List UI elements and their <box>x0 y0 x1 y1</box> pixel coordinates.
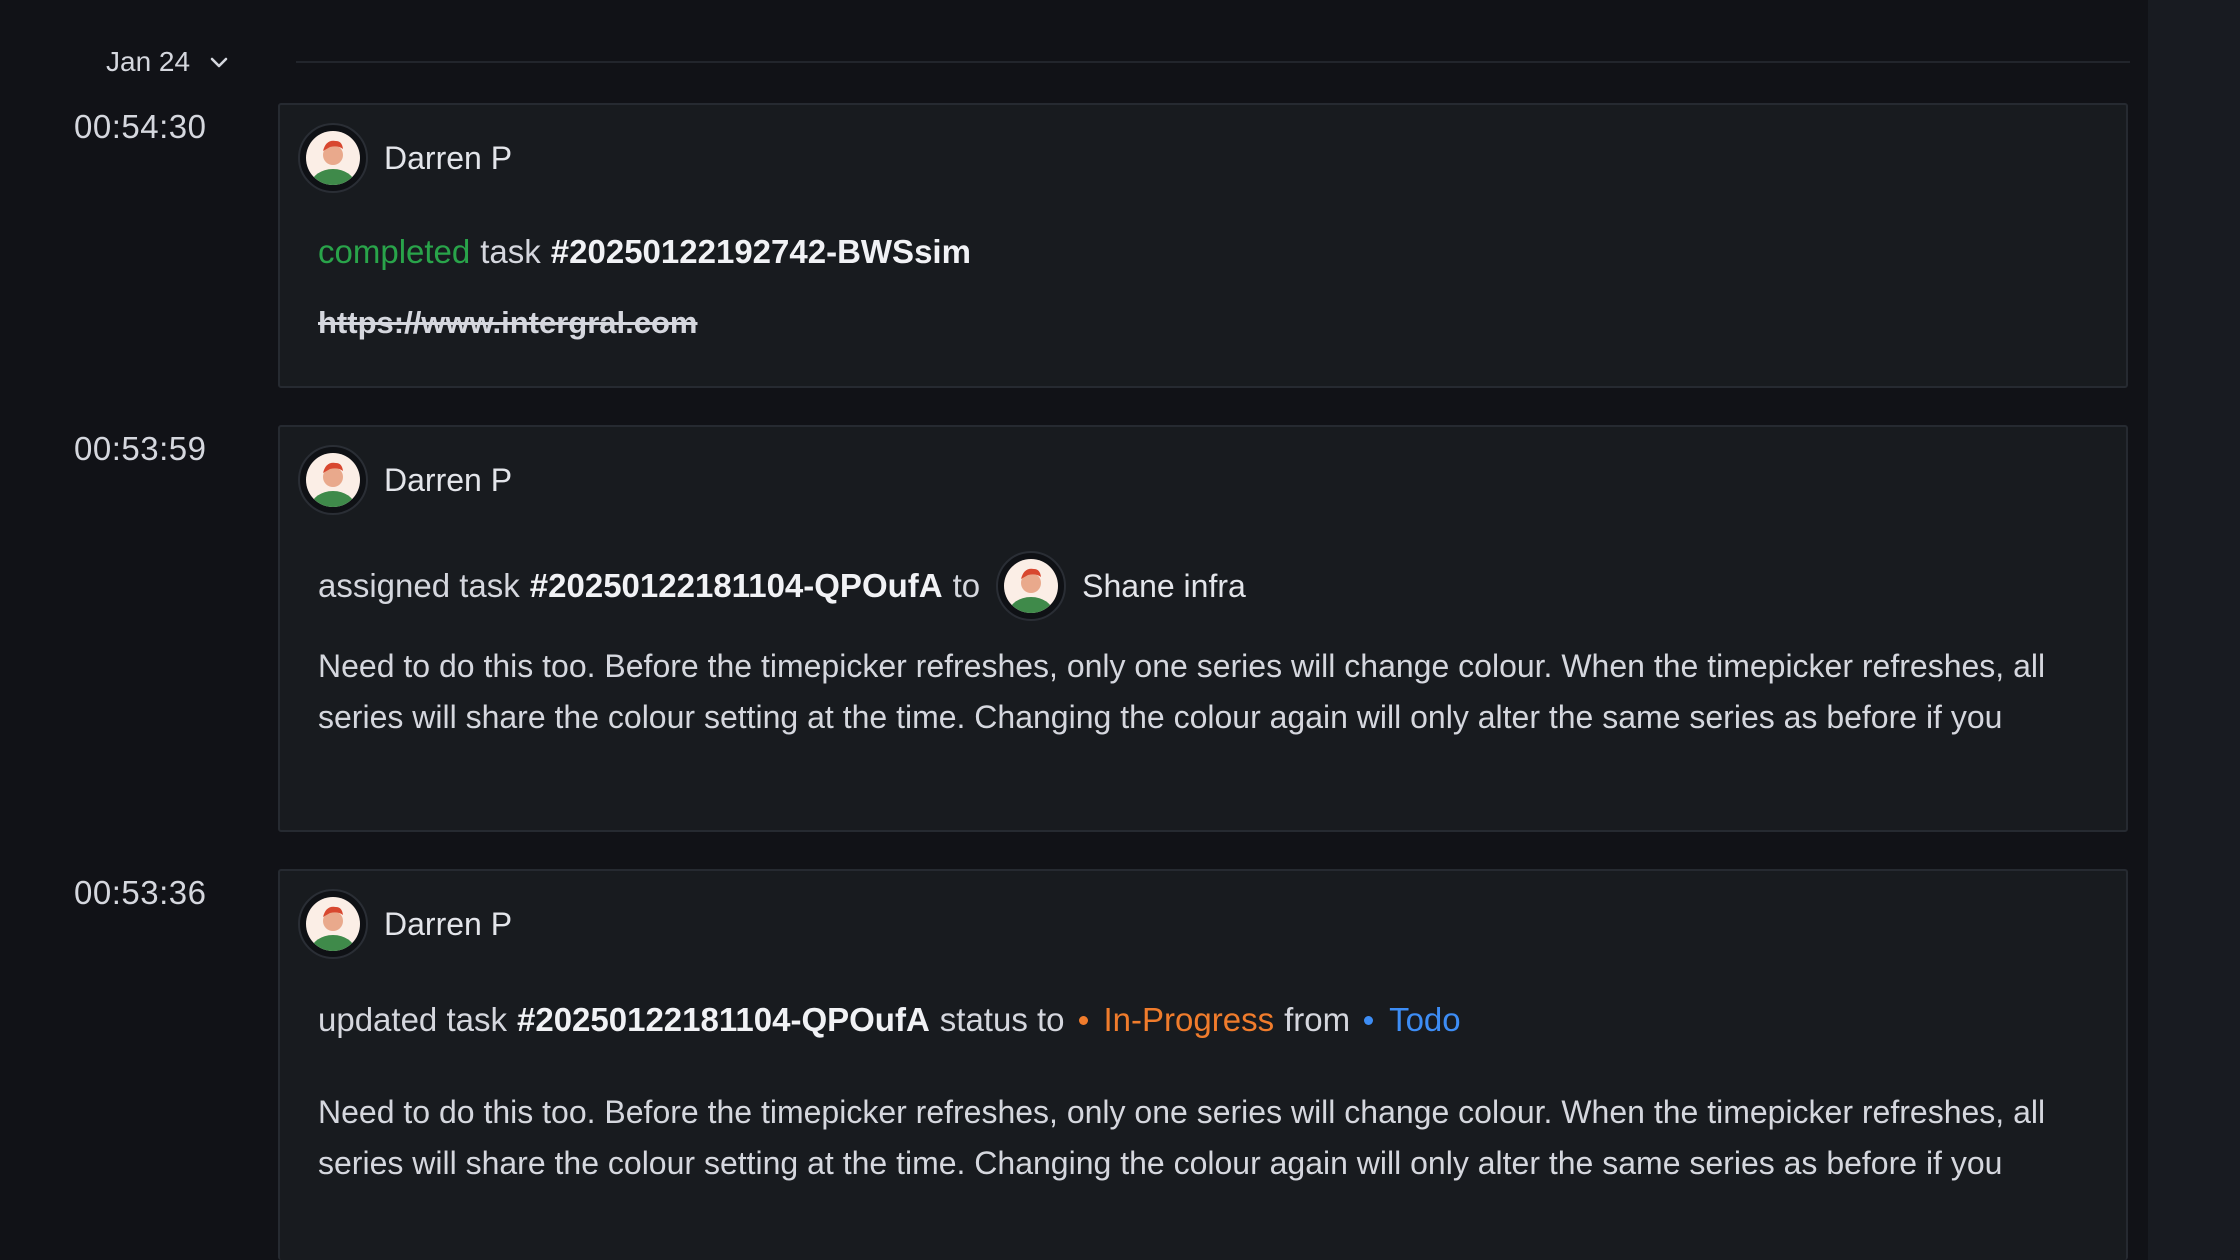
connector-label: status to <box>939 1001 1065 1038</box>
date-group-label: Jan 24 <box>106 46 191 77</box>
connector-label: to <box>952 567 981 604</box>
task-link[interactable]: #20250122181104-QPOufA <box>517 1001 930 1039</box>
user-name: Darren P <box>384 139 513 176</box>
activity-description: updated task #20250122181104-QPOufA stat… <box>318 1001 1461 1039</box>
activity-card: Darren P assigned task #20250122181104-Q… <box>278 425 2128 832</box>
from-label: from <box>1284 1001 1351 1038</box>
activity-card: Darren P updated task #20250122181104-QP… <box>278 869 2128 1260</box>
external-link[interactable]: https://www.intergral.com <box>318 305 698 341</box>
entry-timestamp: 00:53:36 <box>74 874 207 911</box>
task-link[interactable]: #20250122192742-BWSsim <box>551 233 971 271</box>
object-label: task <box>480 233 541 270</box>
chevron-down-icon <box>208 51 230 73</box>
status-dot-icon <box>1364 1015 1374 1025</box>
activity-feed: Jan 24 00:54:30 Darren P completed task <box>0 0 2240 1260</box>
avatar <box>298 445 368 515</box>
activity-description: completed task #20250122192742-BWSsim <box>318 233 971 271</box>
user-name: Darren P <box>384 461 513 498</box>
action-label: assigned task <box>318 567 520 604</box>
activity-description: assigned task #20250122181104-QPOufA to … <box>318 551 1246 621</box>
card-author[interactable]: Darren P <box>298 445 512 515</box>
assignee[interactable]: Shane infra <box>996 551 1246 621</box>
status-dot-icon <box>1078 1015 1088 1025</box>
action-label: completed <box>318 233 471 270</box>
card-author[interactable]: Darren P <box>298 123 512 193</box>
entry-timestamp: 00:54:30 <box>74 108 207 145</box>
avatar <box>298 123 368 193</box>
task-link[interactable]: #20250122181104-QPOufA <box>530 567 943 605</box>
user-name: Darren P <box>384 905 513 942</box>
date-divider <box>296 61 2130 63</box>
assignee-name: Shane infra <box>1082 567 1246 604</box>
card-author[interactable]: Darren P <box>298 889 512 959</box>
activity-card: Darren P completed task #20250122192742-… <box>278 103 2128 388</box>
entry-timestamp: 00:53:59 <box>74 430 207 467</box>
scrollbar-gutter <box>2148 0 2240 1260</box>
action-label: updated task <box>318 1001 507 1038</box>
new-status-badge: In-Progress <box>1103 1001 1275 1038</box>
task-description: Need to do this too. Before the timepick… <box>318 648 2046 735</box>
old-status-badge: Todo <box>1389 1001 1461 1038</box>
task-description: Need to do this too. Before the timepick… <box>318 1094 2046 1181</box>
date-group-toggle[interactable]: Jan 24 <box>106 42 230 82</box>
avatar <box>996 551 1067 621</box>
avatar <box>298 889 368 959</box>
